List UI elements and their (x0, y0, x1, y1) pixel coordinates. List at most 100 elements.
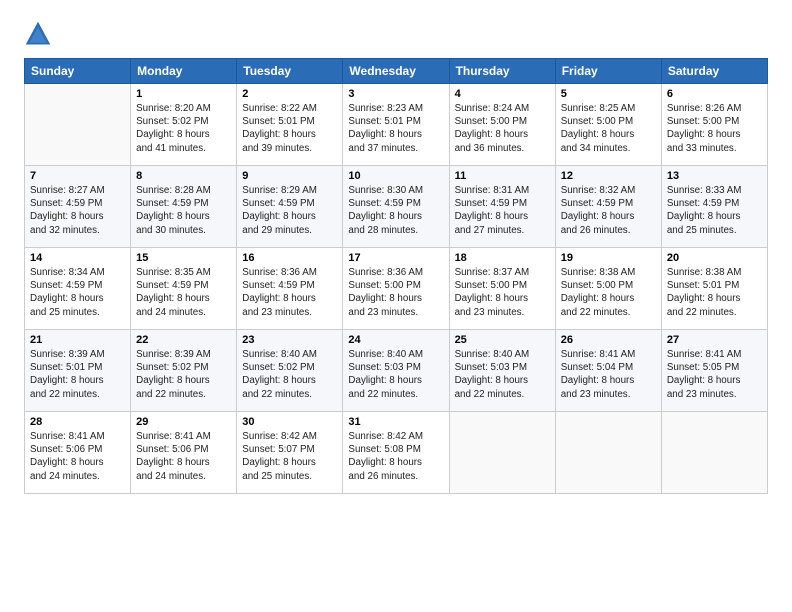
day-cell: 30 Sunrise: 8:42 AM Sunset: 5:07 PM Dayli… (237, 412, 343, 494)
day-info: Sunrise: 8:36 AM Sunset: 5:00 PM Dayligh… (348, 266, 443, 319)
calendar-body: 1Sunrise: 8:20 AM Sunset: 5:02 PM Daylig… (25, 84, 768, 494)
day-cell: 1Sunrise: 8:20 AM Sunset: 5:02 PM Daylig… (131, 84, 237, 166)
day-info: Sunrise: 8:35 AM Sunset: 4:59 PM Dayligh… (136, 266, 231, 319)
week-row-1: 1Sunrise: 8:20 AM Sunset: 5:02 PM Daylig… (25, 84, 768, 166)
day-info: Sunrise: 8:41 AM Sunset: 5:05 PM Dayligh… (667, 348, 762, 401)
day-info: Sunrise: 8:34 AM Sunset: 4:59 PM Dayligh… (30, 266, 125, 319)
day-number: 4 (455, 88, 550, 100)
day-number: 21 (30, 334, 125, 346)
day-cell: 12Sunrise: 8:32 AM Sunset: 4:59 PM Dayli… (555, 166, 661, 248)
day-cell: 7 Sunrise: 8:27 AM Sunset: 4:59 PM Daylig… (25, 166, 131, 248)
day-info: Sunrise: 8:39 AM Sunset: 5:02 PM Dayligh… (136, 348, 231, 401)
calendar-table: SundayMondayTuesdayWednesdayThursdayFrid… (24, 58, 768, 494)
day-number: 15 (136, 252, 231, 264)
day-number: 25 (455, 334, 550, 346)
day-cell: 26 Sunrise: 8:41 AM Sunset: 5:04 PM Dayli… (555, 330, 661, 412)
day-cell: 5 Sunrise: 8:25 AM Sunset: 5:00 PM Daylig… (555, 84, 661, 166)
day-number: 12 (561, 170, 656, 182)
day-cell: 13 Sunrise: 8:33 AM Sunset: 4:59 PM Dayli… (661, 166, 767, 248)
day-number: 27 (667, 334, 762, 346)
day-info: Sunrise: 8:40 AM Sunset: 5:02 PM Dayligh… (242, 348, 337, 401)
weekday-sunday: Sunday (25, 59, 131, 84)
day-cell: 19 Sunrise: 8:38 AM Sunset: 5:00 PM Dayli… (555, 248, 661, 330)
day-info: Sunrise: 8:41 AM Sunset: 5:06 PM Dayligh… (30, 430, 125, 483)
day-cell: 28 Sunrise: 8:41 AM Sunset: 5:06 PM Dayli… (25, 412, 131, 494)
day-info: Sunrise: 8:41 AM Sunset: 5:04 PM Dayligh… (561, 348, 656, 401)
week-row-2: 7 Sunrise: 8:27 AM Sunset: 4:59 PM Daylig… (25, 166, 768, 248)
day-info: Sunrise: 8:39 AM Sunset: 5:01 PM Dayligh… (30, 348, 125, 401)
day-number: 3 (348, 88, 443, 100)
day-cell: 10 Sunrise: 8:30 AM Sunset: 4:59 PM Dayli… (343, 166, 449, 248)
day-number: 16 (242, 252, 337, 264)
day-info: Sunrise: 8:25 AM Sunset: 5:00 PM Dayligh… (561, 102, 656, 155)
day-info: Sunrise: 8:27 AM Sunset: 4:59 PM Dayligh… (30, 184, 125, 237)
day-cell (555, 412, 661, 494)
day-cell: 16 Sunrise: 8:36 AM Sunset: 4:59 PM Dayli… (237, 248, 343, 330)
day-number: 10 (348, 170, 443, 182)
day-cell: 17Sunrise: 8:36 AM Sunset: 5:00 PM Dayli… (343, 248, 449, 330)
day-info: Sunrise: 8:38 AM Sunset: 5:01 PM Dayligh… (667, 266, 762, 319)
day-cell: 25 Sunrise: 8:40 AM Sunset: 5:03 PM Dayli… (449, 330, 555, 412)
day-number: 2 (242, 88, 337, 100)
page: SundayMondayTuesdayWednesdayThursdayFrid… (0, 0, 792, 612)
logo-icon (24, 20, 52, 48)
day-cell: 27 Sunrise: 8:41 AM Sunset: 5:05 PM Dayli… (661, 330, 767, 412)
week-row-3: 14Sunrise: 8:34 AM Sunset: 4:59 PM Dayli… (25, 248, 768, 330)
day-cell: 15 Sunrise: 8:35 AM Sunset: 4:59 PM Dayli… (131, 248, 237, 330)
weekday-friday: Friday (555, 59, 661, 84)
day-number: 6 (667, 88, 762, 100)
day-number: 30 (242, 416, 337, 428)
header (24, 20, 768, 48)
day-info: Sunrise: 8:30 AM Sunset: 4:59 PM Dayligh… (348, 184, 443, 237)
day-cell: 23 Sunrise: 8:40 AM Sunset: 5:02 PM Dayli… (237, 330, 343, 412)
day-number: 26 (561, 334, 656, 346)
day-cell: 20Sunrise: 8:38 AM Sunset: 5:01 PM Dayli… (661, 248, 767, 330)
day-number: 29 (136, 416, 231, 428)
day-info: Sunrise: 8:29 AM Sunset: 4:59 PM Dayligh… (242, 184, 337, 237)
day-info: Sunrise: 8:42 AM Sunset: 5:08 PM Dayligh… (348, 430, 443, 483)
day-info: Sunrise: 8:36 AM Sunset: 4:59 PM Dayligh… (242, 266, 337, 319)
day-number: 7 (30, 170, 125, 182)
day-info: Sunrise: 8:37 AM Sunset: 5:00 PM Dayligh… (455, 266, 550, 319)
weekday-monday: Monday (131, 59, 237, 84)
day-cell (661, 412, 767, 494)
day-cell (25, 84, 131, 166)
day-number: 19 (561, 252, 656, 264)
day-number: 9 (242, 170, 337, 182)
day-info: Sunrise: 8:24 AM Sunset: 5:00 PM Dayligh… (455, 102, 550, 155)
day-cell: 4 Sunrise: 8:24 AM Sunset: 5:00 PM Daylig… (449, 84, 555, 166)
day-info: Sunrise: 8:41 AM Sunset: 5:06 PM Dayligh… (136, 430, 231, 483)
day-number: 5 (561, 88, 656, 100)
weekday-header-row: SundayMondayTuesdayWednesdayThursdayFrid… (25, 59, 768, 84)
weekday-thursday: Thursday (449, 59, 555, 84)
day-number: 11 (455, 170, 550, 182)
day-number: 13 (667, 170, 762, 182)
day-info: Sunrise: 8:22 AM Sunset: 5:01 PM Dayligh… (242, 102, 337, 155)
day-number: 22 (136, 334, 231, 346)
day-info: Sunrise: 8:38 AM Sunset: 5:00 PM Dayligh… (561, 266, 656, 319)
weekday-tuesday: Tuesday (237, 59, 343, 84)
day-info: Sunrise: 8:20 AM Sunset: 5:02 PM Dayligh… (136, 102, 231, 155)
day-cell: 29 Sunrise: 8:41 AM Sunset: 5:06 PM Dayli… (131, 412, 237, 494)
day-cell: 31Sunrise: 8:42 AM Sunset: 5:08 PM Dayli… (343, 412, 449, 494)
day-info: Sunrise: 8:33 AM Sunset: 4:59 PM Dayligh… (667, 184, 762, 237)
day-number: 28 (30, 416, 125, 428)
day-cell: 9 Sunrise: 8:29 AM Sunset: 4:59 PM Daylig… (237, 166, 343, 248)
day-cell: 22 Sunrise: 8:39 AM Sunset: 5:02 PM Dayli… (131, 330, 237, 412)
day-info: Sunrise: 8:42 AM Sunset: 5:07 PM Dayligh… (242, 430, 337, 483)
day-info: Sunrise: 8:40 AM Sunset: 5:03 PM Dayligh… (455, 348, 550, 401)
weekday-wednesday: Wednesday (343, 59, 449, 84)
day-info: Sunrise: 8:23 AM Sunset: 5:01 PM Dayligh… (348, 102, 443, 155)
day-cell: 14Sunrise: 8:34 AM Sunset: 4:59 PM Dayli… (25, 248, 131, 330)
day-info: Sunrise: 8:28 AM Sunset: 4:59 PM Dayligh… (136, 184, 231, 237)
week-row-5: 28 Sunrise: 8:41 AM Sunset: 5:06 PM Dayli… (25, 412, 768, 494)
day-cell: 6Sunrise: 8:26 AM Sunset: 5:00 PM Daylig… (661, 84, 767, 166)
logo (24, 20, 56, 48)
day-cell: 2 Sunrise: 8:22 AM Sunset: 5:01 PM Daylig… (237, 84, 343, 166)
day-cell: 8Sunrise: 8:28 AM Sunset: 4:59 PM Daylig… (131, 166, 237, 248)
day-info: Sunrise: 8:40 AM Sunset: 5:03 PM Dayligh… (348, 348, 443, 401)
day-cell: 21 Sunrise: 8:39 AM Sunset: 5:01 PM Dayli… (25, 330, 131, 412)
day-number: 23 (242, 334, 337, 346)
day-cell: 18Sunrise: 8:37 AM Sunset: 5:00 PM Dayli… (449, 248, 555, 330)
day-cell: 24Sunrise: 8:40 AM Sunset: 5:03 PM Dayli… (343, 330, 449, 412)
